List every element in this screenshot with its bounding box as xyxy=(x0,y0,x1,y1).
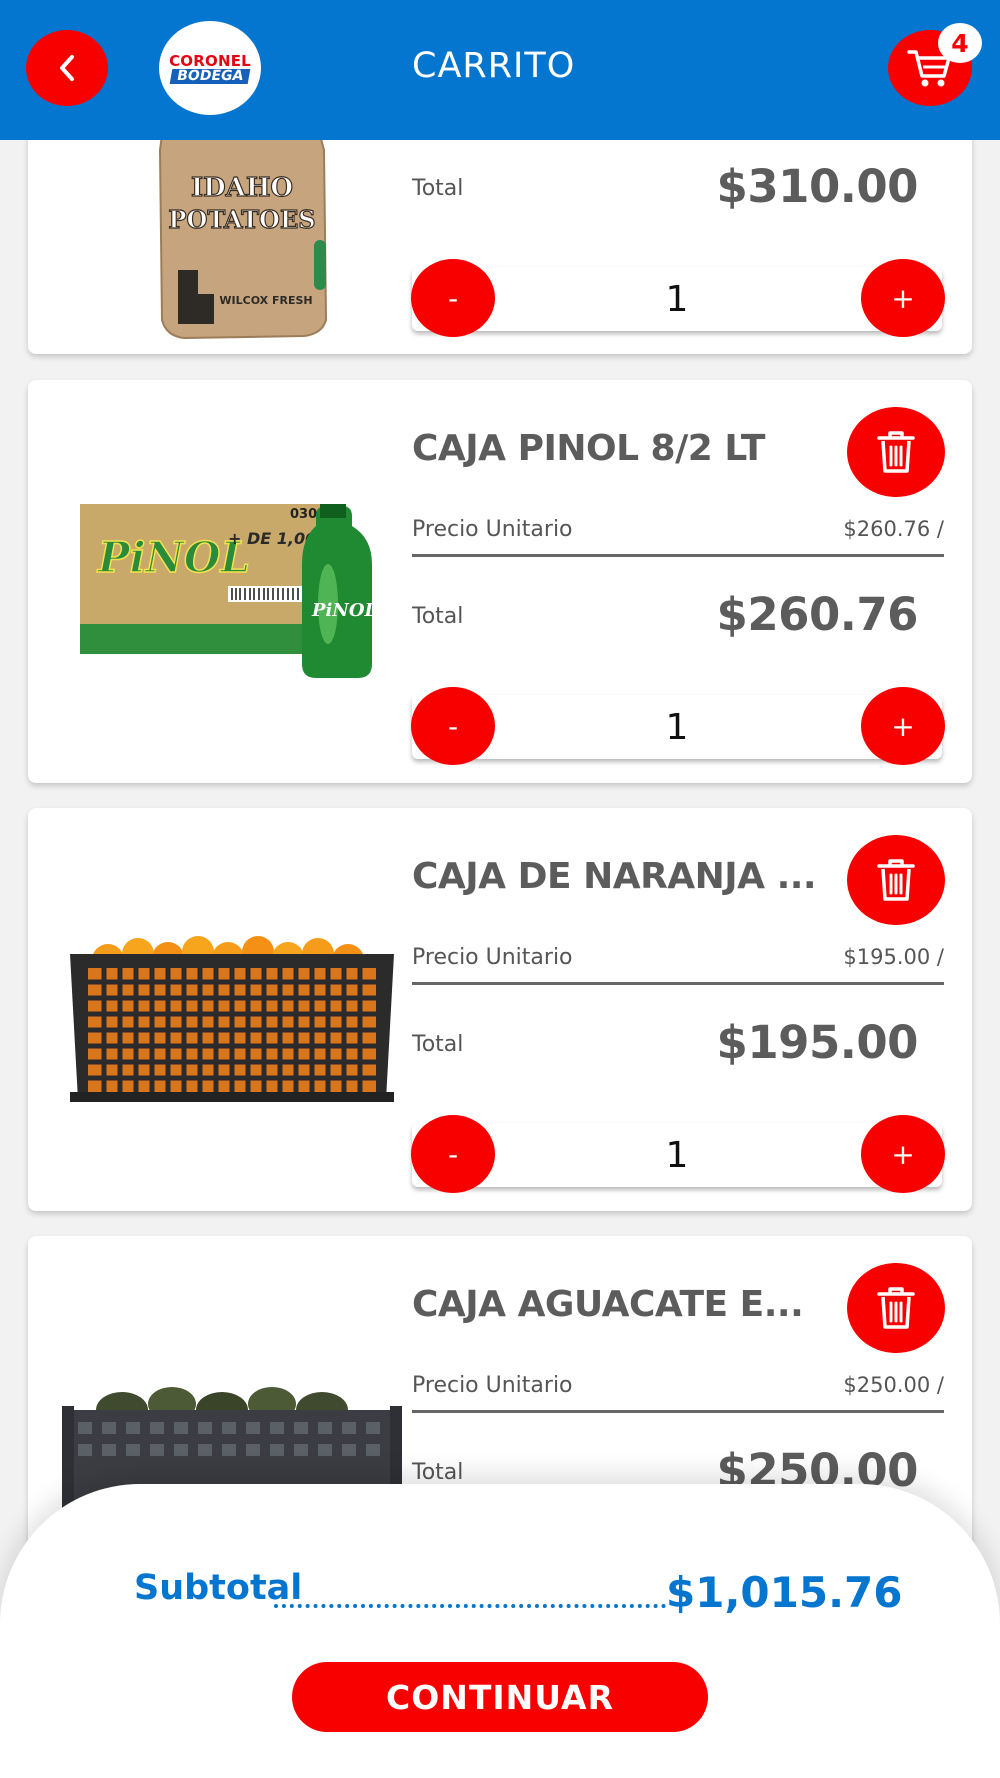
item-total: $310.00 xyxy=(716,160,919,213)
delete-item-button[interactable] xyxy=(847,835,945,925)
product-name: CAJA PINOL 8/2 LT xyxy=(412,428,765,469)
total-label: Total xyxy=(412,1460,464,1485)
increase-quantity-button[interactable]: + xyxy=(861,687,945,765)
back-button[interactable] xyxy=(26,30,108,106)
total-label: Total xyxy=(412,1032,464,1057)
product-image-oranges xyxy=(68,932,396,1104)
product-image-pinol: PiNOL + DE 1,000 0304 PiNOL xyxy=(80,504,390,680)
delete-item-button[interactable] xyxy=(847,1263,945,1353)
cart-count-badge: 4 xyxy=(938,23,982,63)
unit-price-label: Precio Unitario xyxy=(412,517,573,542)
product-image-potatoes: IDAHO POTATOES WILCOX FRESH xyxy=(154,119,330,342)
logo-text-bottom: BODEGA xyxy=(169,68,251,84)
decrease-quantity-button[interactable]: - xyxy=(411,1115,495,1193)
cart-item-card: CAJA DE NARANJA ... Precio Unitario $195… xyxy=(28,808,972,1211)
trash-icon xyxy=(877,1287,915,1329)
decrease-quantity-button[interactable]: - xyxy=(411,687,495,765)
dotted-leader xyxy=(274,1604,666,1608)
trash-icon xyxy=(877,431,915,473)
total-label: Total xyxy=(412,176,464,201)
subtotal-value: $1,015.76 xyxy=(666,1568,903,1617)
increase-quantity-button[interactable]: + xyxy=(861,1115,945,1193)
checkout-summary-panel: Subtotal $1,015.76 CONTINUAR xyxy=(0,1484,1000,1778)
unit-price-value: $260.76 / xyxy=(843,517,944,541)
unit-price-row: Precio Unitario $250.00 / xyxy=(412,1373,944,1413)
brand-logo: CORONEL BODEGA xyxy=(159,21,261,115)
unit-price-value: $195.00 / xyxy=(843,945,944,969)
product-name: CAJA AGUACATE E... xyxy=(412,1284,804,1325)
decrease-quantity-button[interactable]: - xyxy=(411,259,495,337)
unit-price-row: Precio Unitario $195.00 / xyxy=(412,945,944,985)
delete-item-button[interactable] xyxy=(847,407,945,497)
chevron-left-icon xyxy=(60,55,74,81)
subtotal-label: Subtotal xyxy=(134,1568,303,1608)
total-label: Total xyxy=(412,604,464,629)
page-title: CARRITO xyxy=(412,46,576,86)
image-text: POTATOES xyxy=(168,205,315,234)
unit-price-label: Precio Unitario xyxy=(412,1373,573,1398)
unit-price-value: $250.00 / xyxy=(843,1373,944,1397)
continue-button[interactable]: CONTINUAR xyxy=(292,1662,708,1732)
svg-text:PiNOL: PiNOL xyxy=(311,600,377,621)
product-name: CAJA DE NARANJA ... xyxy=(412,856,817,897)
app-header: CORONEL BODEGA CARRITO 4 xyxy=(0,0,1000,140)
trash-icon xyxy=(877,859,915,901)
cart-item-card: PiNOL + DE 1,000 0304 PiNOL CAJA PINOL 8… xyxy=(28,380,972,783)
item-total: $260.76 xyxy=(716,588,919,641)
item-total: $195.00 xyxy=(716,1016,919,1069)
unit-price-row: Precio Unitario $260.76 / xyxy=(412,517,944,557)
image-text: WILCOX FRESH xyxy=(219,294,312,307)
increase-quantity-button[interactable]: + xyxy=(861,259,945,337)
unit-price-label: Precio Unitario xyxy=(412,945,573,970)
image-text: IDAHO xyxy=(191,173,293,203)
logo-text-top: CORONEL xyxy=(169,51,251,70)
